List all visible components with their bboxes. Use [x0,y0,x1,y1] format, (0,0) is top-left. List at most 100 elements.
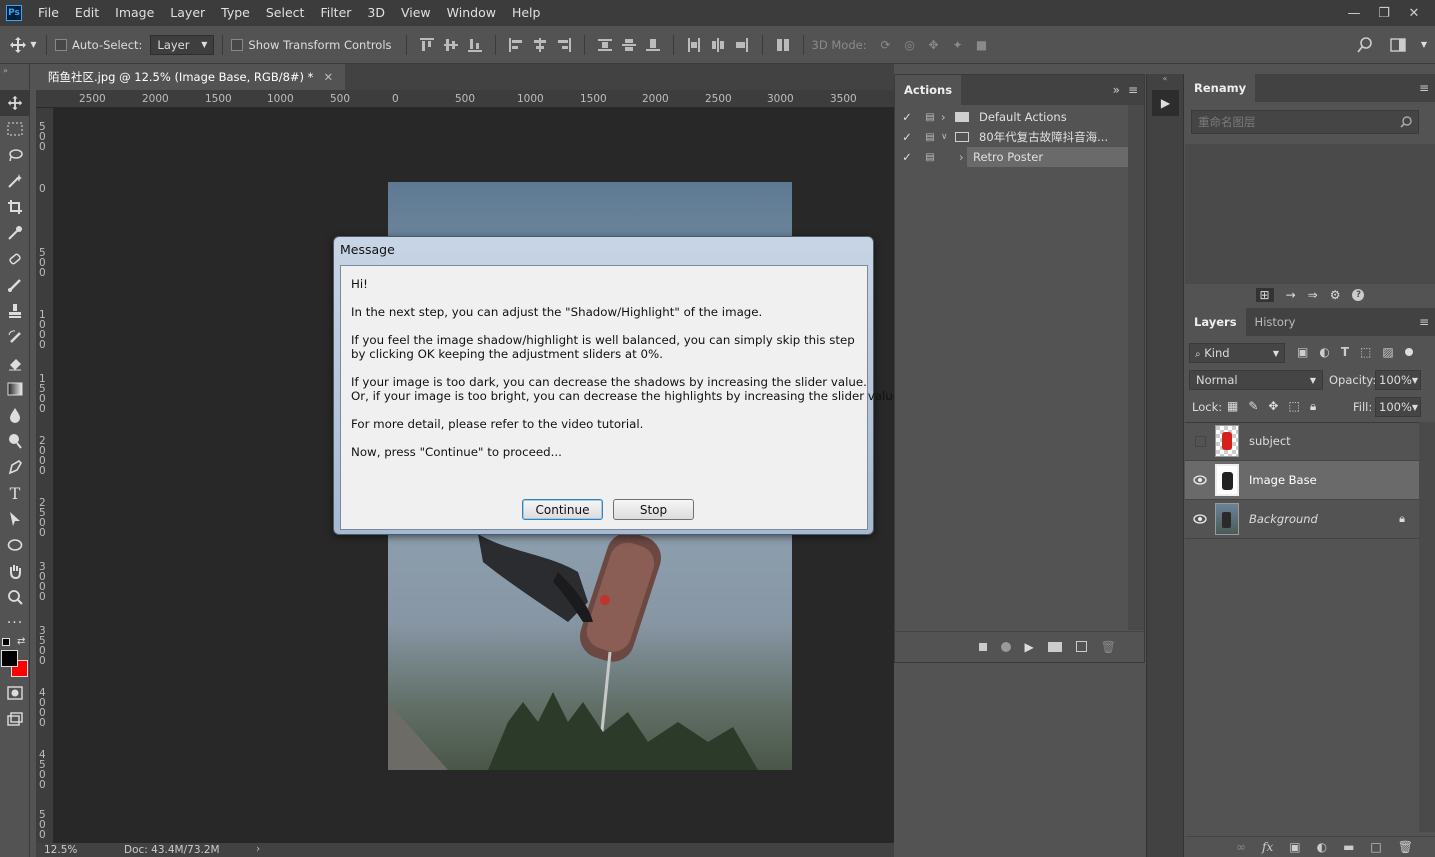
menu-image[interactable]: Image [107,0,162,26]
continue-button[interactable]: Continue [522,499,603,520]
action-row-selected[interactable]: › Retro Poster [959,147,1130,167]
chevron-down-icon[interactable]: ∨ [941,132,955,142]
check-icon[interactable]: ✓ [895,110,919,124]
close-window-icon[interactable]: ✕ [1399,2,1429,24]
tab-layers[interactable]: Layers [1185,308,1246,336]
lock-position-icon[interactable]: ✥ [1268,399,1278,414]
foreground-color-swatch[interactable] [1,650,18,667]
delete-layer-icon[interactable]: 🗑︎ [1398,840,1413,854]
double-arrow-icon[interactable]: ⇒ [1308,288,1318,302]
panel-menu-icon[interactable]: ≡ [1419,81,1429,95]
eye-icon[interactable] [1185,475,1215,485]
expand-icon[interactable]: « [1147,74,1183,86]
add-mask-icon[interactable]: ▣ [1289,840,1300,854]
filter-toggle-icon[interactable] [1404,348,1413,356]
menu-filter[interactable]: Filter [312,0,359,26]
menu-help[interactable]: Help [504,0,549,26]
eye-icon[interactable] [1185,514,1215,524]
clone-stamp-tool-icon[interactable] [0,298,30,324]
play-icon[interactable]: ▶ [1025,640,1034,654]
blend-mode-dropdown[interactable]: Normal ▼ [1189,370,1323,390]
magic-wand-tool-icon[interactable] [0,168,30,194]
blur-tool-icon[interactable] [0,402,30,428]
lock-artboard-icon[interactable]: ⬚ [1288,399,1299,414]
menu-file[interactable]: File [30,0,67,26]
zoom-level[interactable]: 12.5% [44,844,77,856]
path-selection-tool-icon[interactable] [0,506,30,532]
panel-menu-icon[interactable]: ≡ [1128,83,1138,97]
layer-name[interactable]: subject [1249,434,1291,448]
menu-view[interactable]: View [393,0,439,26]
align-right-icon[interactable] [555,36,573,54]
crop-tool-icon[interactable] [0,194,30,220]
lasso-tool-icon[interactable] [0,142,30,168]
collapse-panel-icon[interactable]: » [1113,83,1120,97]
swap-colors-icon[interactable]: ⇄ [17,636,25,647]
new-layer-icon[interactable]: □ [1370,840,1381,854]
tab-actions[interactable]: Actions [895,75,962,105]
eyedropper-tool-icon[interactable] [0,220,30,246]
default-colors-icon[interactable] [2,638,10,646]
distribute-right-icon[interactable] [733,36,751,54]
stop-button[interactable]: Stop [613,499,694,520]
layer-row-background[interactable]: Background 🔒︎ [1185,500,1419,539]
restore-icon[interactable]: ❐ [1369,2,1399,24]
align-left-icon[interactable] [507,36,525,54]
align-vcenter-icon[interactable] [442,36,460,54]
menu-layer[interactable]: Layer [162,0,213,26]
layer-name[interactable]: Image Base [1249,473,1317,487]
auto-select-dropdown[interactable]: Layer ▼ [150,34,215,55]
eraser-tool-icon[interactable] [0,350,30,376]
help-icon[interactable]: ? [1352,289,1365,301]
quick-mask-icon[interactable] [0,680,30,706]
menu-edit[interactable]: Edit [67,0,107,26]
search-icon[interactable] [1356,36,1374,54]
check-icon[interactable]: ✓ [895,150,919,164]
tab-history[interactable]: History [1245,308,1305,336]
filter-smart-object-icon[interactable]: ▨ [1382,345,1393,359]
layer-style-fx-icon[interactable]: fx [1262,840,1273,854]
search-icon[interactable] [1400,116,1412,128]
lock-icon[interactable]: 🔒︎ [1399,512,1405,526]
distribute-left-icon[interactable] [685,36,703,54]
dialog-toggle-icon[interactable]: ▤ [919,112,941,123]
record-icon[interactable] [1000,641,1011,652]
filter-shape-icon[interactable]: ⬚ [1360,345,1371,359]
filter-type-icon[interactable]: T [1341,345,1349,359]
pen-tool-icon[interactable] [0,454,30,480]
close-tab-icon[interactable]: ✕ [323,70,333,84]
marquee-tool-icon[interactable] [0,116,30,142]
menu-3d[interactable]: 3D [359,0,393,26]
chevron-down-icon[interactable]: ▼ [1421,40,1427,49]
distribute-vcenter-icon[interactable] [620,36,638,54]
distribute-top-icon[interactable] [596,36,614,54]
lock-all-icon[interactable]: 🔒︎ [1310,399,1316,414]
filter-adjustment-icon[interactable]: ◐ [1319,345,1329,359]
new-action-icon[interactable] [1075,641,1087,652]
brush-tool-icon[interactable] [0,272,30,298]
filter-kind-dropdown[interactable]: ⌕ Kind ▼ [1189,343,1285,363]
move-tool-preset-icon[interactable]: ▼ [0,36,46,54]
move-tool-icon[interactable] [0,90,30,116]
action-row[interactable]: ✓ ▤ ∨ 80年代复古故障抖音海... [895,127,1130,147]
visibility-toggle[interactable] [1185,435,1215,447]
actions-dock-play-icon[interactable]: ▶ [1152,90,1179,116]
minimize-icon[interactable]: — [1339,2,1369,24]
lock-transparency-icon[interactable]: ▦ [1227,399,1238,414]
chevron-down-icon[interactable]: ▼ [1412,403,1418,414]
new-set-folder-icon[interactable] [1047,641,1062,652]
status-chevron-icon[interactable]: › [256,843,260,855]
scrollbar[interactable] [1419,422,1435,832]
filter-pixel-icon[interactable]: ▣ [1297,345,1308,359]
menu-window[interactable]: Window [439,0,504,26]
hand-tool-icon[interactable] [0,558,30,584]
healing-brush-tool-icon[interactable] [0,246,30,272]
menu-select[interactable]: Select [258,0,313,26]
type-tool-icon[interactable]: T [0,480,30,506]
auto-align-icon[interactable] [774,36,792,54]
chevron-down-icon[interactable]: ▼ [1412,376,1418,387]
zoom-tool-icon[interactable] [0,584,30,610]
chevron-right-icon[interactable]: › [941,110,955,124]
trash-icon[interactable]: 🗑︎ [1101,640,1116,654]
lock-pixels-icon[interactable]: ✎ [1248,399,1258,414]
